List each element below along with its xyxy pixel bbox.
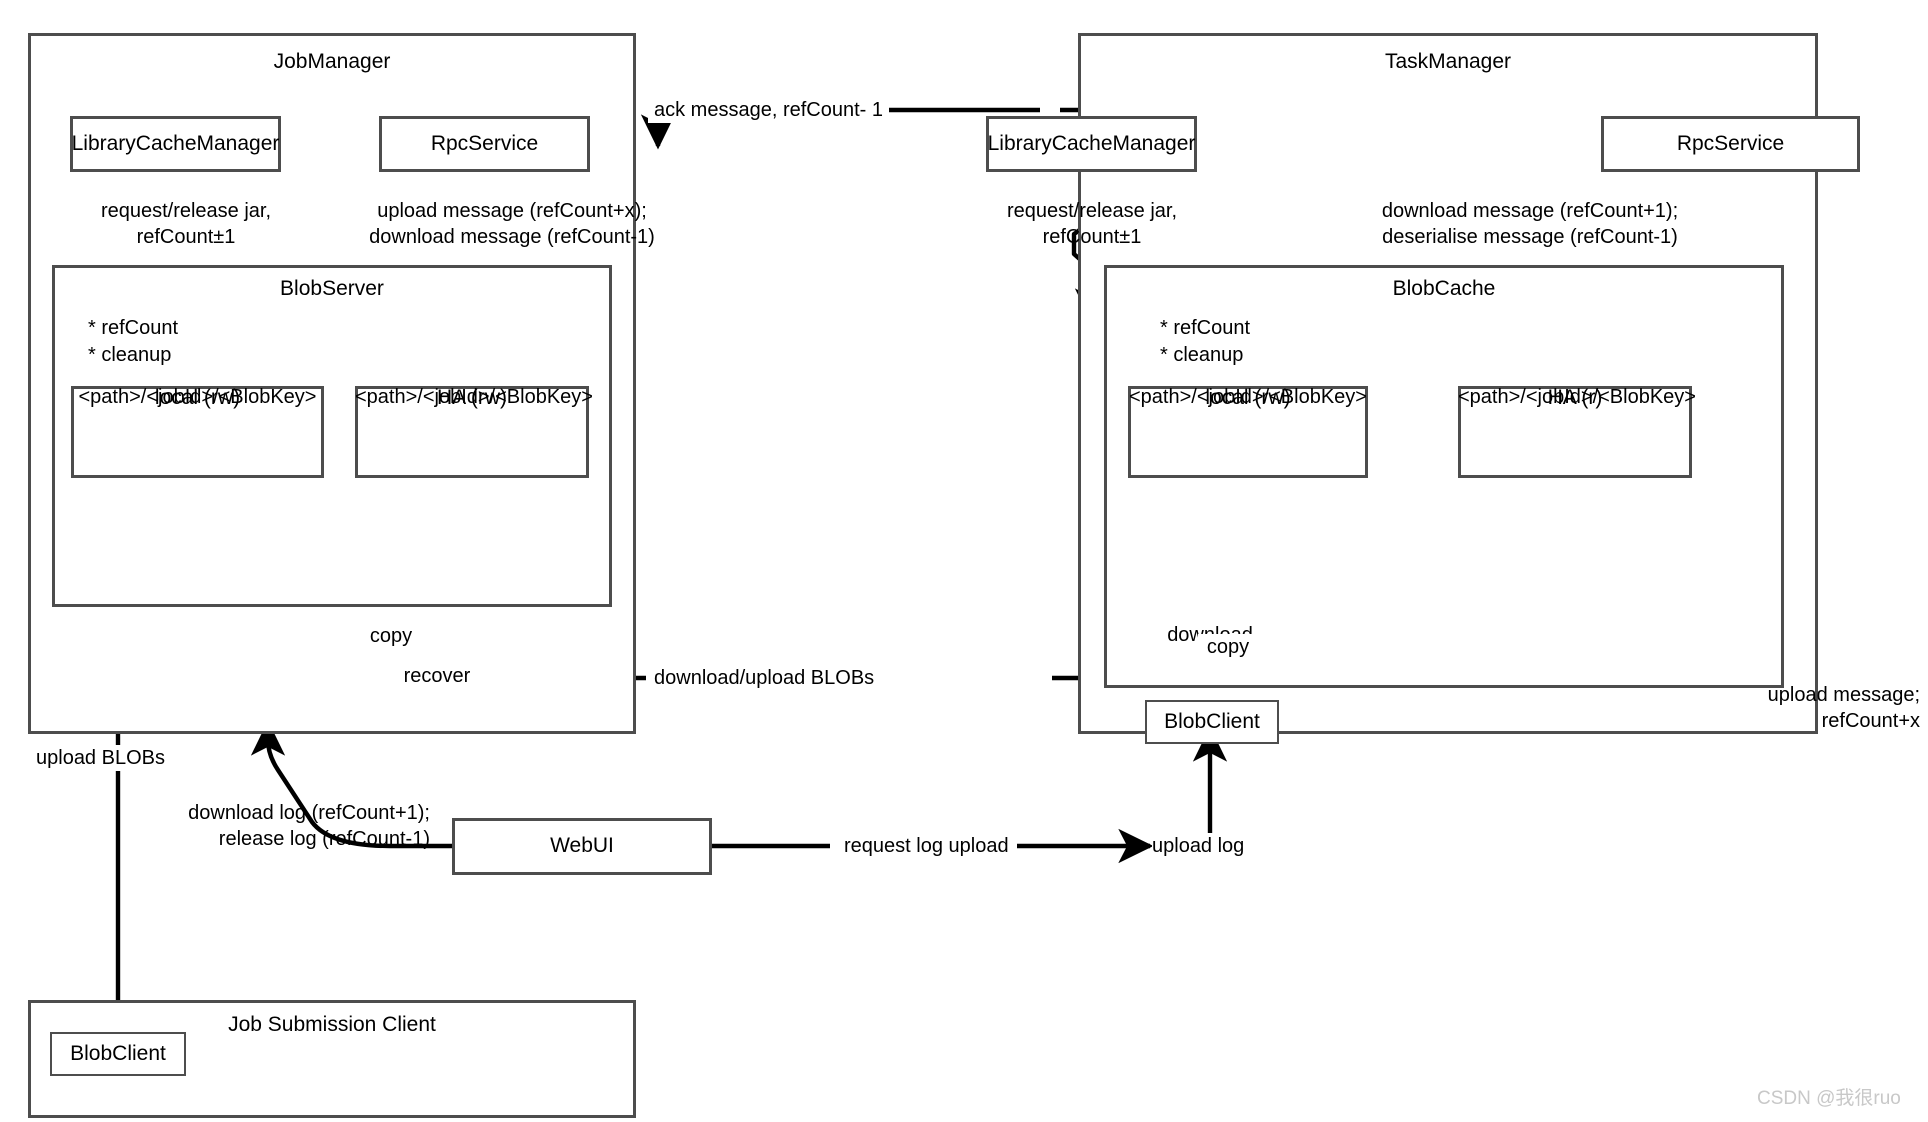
blobcache-ha-path: <path>/<jobId>/<BlobKey> [1458, 386, 1696, 408]
jm-rpc-service-label: RpcService [430, 132, 539, 155]
blobserver-ha-path: <path>/<jobId>/<BlobKey> [355, 386, 593, 408]
upload-blobs-label: upload BLOBs [36, 745, 165, 771]
ack-message-label: ack message, refCount- 1 [648, 97, 889, 123]
webui-edge-label: download log (refCount+1); release log (… [188, 802, 430, 850]
taskmanager-title: TaskManager [1384, 50, 1512, 73]
blobserver-copy-label: copy [331, 623, 451, 649]
jobmanager-title: JobManager [273, 50, 391, 73]
jm-rpc-edge-label: upload message (refCount+x); download me… [369, 200, 655, 248]
tm-blobclient-label: BlobClient [1164, 710, 1260, 733]
blobcache-title: BlobCache [1392, 277, 1496, 300]
blobserver-local-path: <path>/<jobId>/<BlobKey> [78, 386, 317, 408]
tm-upload-log-label: upload log [1152, 833, 1312, 859]
diagram-canvas: JobManager LibraryCacheManager RpcServic… [0, 0, 1928, 1122]
request-log-upload-label: request log upload [836, 833, 1017, 859]
blobcache-copy-label: copy [1198, 634, 1258, 660]
tm-library-cache-manager-label: LibraryCacheManager [987, 132, 1196, 155]
tm-lcm-edge-label: request/release jar, refCount±1 [1006, 200, 1178, 248]
download-upload-blobs-label: download/upload BLOBs [646, 665, 883, 691]
jm-lcm-edge-label: request/release jar, refCount±1 [100, 200, 272, 248]
blobserver-title: BlobServer [280, 277, 384, 300]
tm-rpc-service-label: RpcService [1676, 132, 1785, 155]
blobserver-recover-label: recover [372, 663, 502, 689]
jm-library-cache-manager-label: LibraryCacheManager [71, 132, 280, 155]
blobcache-local-path: <path>/<jobId>/<BlobKey> [1129, 386, 1367, 408]
tm-upload-message-label: upload message; refCount+x [1767, 684, 1920, 732]
blobcache-bullets: * refCount * cleanup [1160, 317, 1251, 366]
webui-label: WebUI [550, 834, 614, 857]
client-blobclient-label: BlobClient [70, 1042, 166, 1065]
watermark: CSDN @我很ruo [1757, 1088, 1901, 1109]
tm-rpc-edge-label: download message (refCount+1); deseriali… [1381, 200, 1679, 248]
blobserver-bullets: * refCount * cleanup [88, 317, 179, 366]
